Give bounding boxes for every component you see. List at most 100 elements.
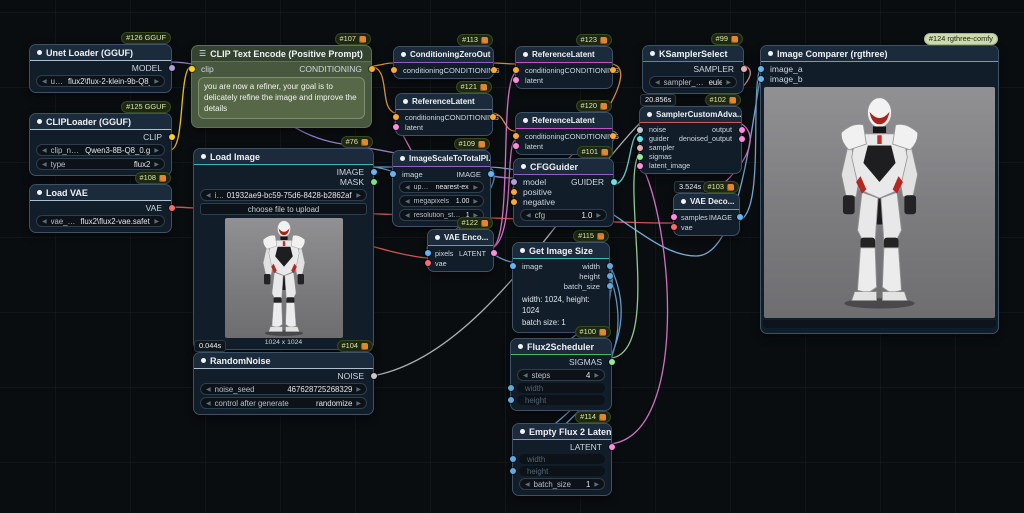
prev-arrow-icon[interactable]: ◀ <box>206 192 211 199</box>
input-slot-latent[interactable] <box>513 143 519 149</box>
collapse-dot-icon[interactable] <box>400 156 405 161</box>
node-title-bar[interactable]: Unet Loader (GGUF) <box>30 45 171 61</box>
output-slot-conditioning[interactable] <box>491 67 497 73</box>
collapse-dot-icon[interactable] <box>520 429 525 434</box>
prev-arrow-icon[interactable]: ◀ <box>42 218 47 225</box>
prev-arrow-icon[interactable]: ◀ <box>42 161 47 168</box>
input-slot-vae[interactable] <box>671 224 677 230</box>
input-slot-height[interactable] <box>510 468 516 474</box>
next-arrow-icon[interactable]: ▶ <box>594 481 599 488</box>
input-slot-positive[interactable] <box>511 189 517 195</box>
collapse-dot-icon[interactable] <box>650 51 655 56</box>
height-input-widget[interactable]: height <box>519 466 605 476</box>
input-slot-vae[interactable] <box>425 260 431 266</box>
input-slot-conditioning[interactable] <box>391 67 397 73</box>
node-title-bar[interactable]: Empty Flux 2 Latent <box>513 424 611 440</box>
output-slot-latent[interactable] <box>609 444 615 450</box>
output-slot-image[interactable] <box>737 214 743 220</box>
prev-arrow-icon[interactable]: ◀ <box>42 78 47 85</box>
next-arrow-icon[interactable]: ▶ <box>154 78 159 85</box>
input-slot-image-a[interactable] <box>758 66 764 72</box>
input-slot-conditioning[interactable] <box>393 114 399 120</box>
node-load-vae[interactable]: #108 Load VAE VAE ◀vae_na ...flux2\flux2… <box>29 184 172 233</box>
collapse-dot-icon[interactable] <box>201 154 206 159</box>
input-slot-samples[interactable] <box>671 214 677 220</box>
node-title-bar[interactable]: ReferenceLatent <box>396 94 492 110</box>
output-slot-batch-size[interactable] <box>607 283 613 289</box>
next-arrow-icon[interactable]: ▶ <box>356 400 361 407</box>
collapse-dot-icon[interactable] <box>401 52 406 57</box>
output-slot-width[interactable] <box>607 263 613 269</box>
collapse-dot-icon[interactable] <box>37 119 42 124</box>
collapse-dot-icon[interactable] <box>681 199 686 204</box>
output-slot-conditioning[interactable] <box>610 133 616 139</box>
prev-arrow-icon[interactable]: ◀ <box>526 212 531 219</box>
prev-arrow-icon[interactable]: ◀ <box>405 184 410 191</box>
next-arrow-icon[interactable]: ▶ <box>356 386 361 393</box>
graph-canvas[interactable]: #126 GGUF Unet Loader (GGUF) MODEL ◀un .… <box>0 0 1024 513</box>
prev-arrow-icon[interactable]: ◀ <box>655 79 660 86</box>
input-slot-image[interactable] <box>390 171 396 177</box>
vae-name-widget[interactable]: ◀vae_na ...flux2\flux2-vae.safetensors▶ <box>36 215 165 227</box>
node-vae-decode[interactable]: 3.524s #103 VAE Deco... samplesIMAGE vae <box>673 193 740 236</box>
collapse-dot-icon[interactable] <box>435 235 440 240</box>
input-slot-latent-image[interactable] <box>637 163 643 169</box>
node-title-bar[interactable]: CLIPLoader (GGUF) <box>30 114 171 130</box>
collapse-dot-icon[interactable] <box>201 358 206 363</box>
next-arrow-icon[interactable]: ▶ <box>473 198 478 205</box>
output-slot-conditioning[interactable] <box>610 67 616 73</box>
node-load-image[interactable]: #76 Load Image IMAGE MASK ◀i ...01932ae9… <box>193 148 374 350</box>
input-slot-sampler[interactable] <box>637 145 643 151</box>
node-ksampler-select[interactable]: #99 KSamplerSelect SAMPLER ◀sampler_name… <box>642 45 744 94</box>
next-arrow-icon[interactable]: ▶ <box>154 218 159 225</box>
output-slot-image[interactable] <box>488 171 494 177</box>
collapse-dot-icon[interactable] <box>768 51 773 56</box>
output-slot-noise[interactable] <box>371 373 377 379</box>
input-slot-latent[interactable] <box>513 77 519 83</box>
next-arrow-icon[interactable]: ▶ <box>154 161 159 168</box>
input-slot-model[interactable] <box>511 179 517 185</box>
node-conditioning-zero-out[interactable]: #113 ConditioningZeroOut conditioningCON… <box>393 46 494 79</box>
prev-arrow-icon[interactable]: ◀ <box>42 147 47 154</box>
node-title-bar[interactable]: CFGGuider <box>514 159 613 175</box>
node-reference-latent-123[interactable]: #123 ReferenceLatent conditioningCONDITI… <box>515 46 613 89</box>
clip-type-widget[interactable]: ◀typeflux2▶ <box>36 158 165 170</box>
node-title-bar[interactable]: Load VAE <box>30 185 171 201</box>
clip-name-widget[interactable]: ◀clip_nameQwen3-8B-Q8_0.gguf▶ <box>36 144 165 156</box>
input-slot-latent[interactable] <box>393 124 399 130</box>
next-arrow-icon[interactable]: ▶ <box>154 147 159 154</box>
collapse-dot-icon[interactable] <box>647 112 652 117</box>
node-empty-flux2-latent[interactable]: #114 Empty Flux 2 Latent LATENT width he… <box>512 423 612 496</box>
input-slot-guider[interactable] <box>637 136 643 142</box>
collapse-dot-icon[interactable] <box>523 118 528 123</box>
node-title-bar[interactable]: Flux2Scheduler <box>511 339 611 355</box>
upscale-method-widget[interactable]: ◀upsc ...nearest-exact▶ <box>399 181 484 193</box>
node-random-noise[interactable]: 0.044s #104 RandomNoise NOISE ◀noise_see… <box>193 352 374 415</box>
prompt-textarea[interactable]: you are now a refiner, your goal is to d… <box>198 77 365 119</box>
input-slot-width[interactable] <box>508 385 514 391</box>
collapse-dot-icon[interactable] <box>518 344 523 349</box>
noise-seed-widget[interactable]: ◀noise_seed467628725268329▶ <box>200 383 367 395</box>
output-slot-output[interactable] <box>739 127 745 133</box>
next-arrow-icon[interactable]: ▶ <box>596 212 601 219</box>
output-slot-sampler[interactable] <box>741 66 747 72</box>
steps-widget[interactable]: ◀steps4▶ <box>517 369 605 381</box>
input-slot-conditioning[interactable] <box>513 133 519 139</box>
collapse-dot-icon[interactable] <box>403 99 408 104</box>
batch-size-widget[interactable]: ◀batch_size1▶ <box>519 478 605 490</box>
prev-arrow-icon[interactable]: ◀ <box>405 212 410 219</box>
output-slot-model[interactable] <box>169 65 175 71</box>
input-slot-clip[interactable] <box>189 66 195 72</box>
prev-arrow-icon[interactable]: ◀ <box>525 481 530 488</box>
node-reference-latent-121[interactable]: #121 ReferenceLatent conditioningCONDITI… <box>395 93 493 136</box>
node-title-bar[interactable]: Get Image Size <box>513 243 609 259</box>
node-title-bar[interactable]: ☰CLIP Text Encode (Positive Prompt) <box>192 46 371 62</box>
output-slot-denoised-output[interactable] <box>739 136 745 142</box>
input-slot-noise[interactable] <box>637 127 643 133</box>
input-slot-pixels[interactable] <box>425 250 431 256</box>
next-arrow-icon[interactable]: ▶ <box>356 192 361 199</box>
node-title-bar[interactable]: SamplerCustomAdva... <box>640 107 741 123</box>
image-file-widget[interactable]: ◀i ...01932ae9-bc59-75d6-8428-b2862af3aa… <box>200 189 367 201</box>
output-slot-height[interactable] <box>607 273 613 279</box>
megapixels-widget[interactable]: ◀megapixels1.00▶ <box>399 195 484 207</box>
